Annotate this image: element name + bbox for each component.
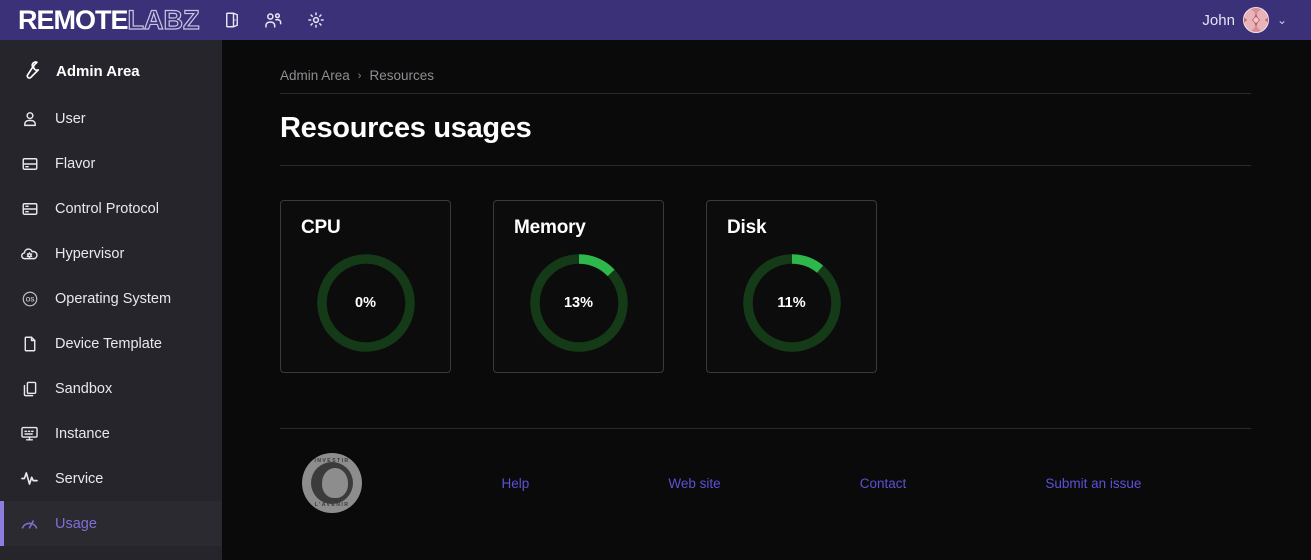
chevron-down-icon[interactable]: ⌄ bbox=[1277, 14, 1287, 26]
donut-gauge-cpu: 0% bbox=[314, 251, 418, 355]
sidebar-item-label: Flavor bbox=[55, 155, 96, 172]
gauge-value-label: 0% bbox=[355, 295, 376, 311]
sidebar-header-admin-area[interactable]: Admin Area bbox=[0, 46, 222, 96]
brand-secondary-text: LABZ bbox=[127, 4, 200, 35]
monitor-icon bbox=[20, 424, 39, 443]
sidebar-item-label: Usage bbox=[55, 515, 97, 532]
sidebar-item-label: User bbox=[55, 110, 86, 127]
sidebar-item-service[interactable]: Service bbox=[0, 456, 222, 501]
resource-card-disk: Disk 11% bbox=[706, 200, 877, 373]
top-navbar: REMOTE LABZ John ⌄ bbox=[0, 0, 1311, 40]
sidebar-item-label: Sandbox bbox=[55, 380, 113, 397]
sidebar-item-sandbox[interactable]: Sandbox bbox=[0, 366, 222, 411]
gauge-container: 0% bbox=[281, 251, 450, 355]
footer-link-contact[interactable]: Contact bbox=[860, 476, 907, 491]
investir-avenir-badge-icon: INVESTIR L'AVENIR bbox=[302, 453, 362, 513]
donut-gauge-disk: 11% bbox=[740, 251, 844, 355]
main-content: Admin Area › Resources Resources usages … bbox=[222, 40, 1311, 560]
breadcrumb: Admin Area › Resources bbox=[280, 40, 1251, 93]
breadcrumb-item-resources[interactable]: Resources bbox=[369, 68, 434, 83]
gauge-container: 13% bbox=[494, 251, 663, 355]
sidebar-item-control-protocol[interactable]: Control Protocol bbox=[0, 186, 222, 231]
gauge-value-label: 13% bbox=[563, 295, 594, 311]
gauge-container: 11% bbox=[707, 251, 876, 355]
os-circle-icon: OS bbox=[20, 289, 39, 308]
footer-links: Help Web site Contact Submit an issue bbox=[362, 476, 1251, 491]
badge-text-bottom: L'AVENIR bbox=[314, 502, 350, 508]
donut-gauge-memory: 13% bbox=[527, 251, 631, 355]
avatar bbox=[1242, 7, 1269, 33]
breadcrumb-separator-icon: › bbox=[357, 69, 362, 82]
sidebar-item-usage[interactable]: Usage bbox=[0, 501, 222, 546]
footer-link-help[interactable]: Help bbox=[502, 476, 530, 491]
cloud-cog-icon bbox=[20, 244, 39, 263]
gauge-value-label: 11% bbox=[777, 295, 806, 311]
card-title: Memory bbox=[514, 217, 586, 238]
server-icon bbox=[20, 154, 39, 173]
resource-card-memory: Memory 13% bbox=[493, 200, 664, 373]
brand-primary-text: REMOTE bbox=[18, 4, 129, 35]
sidebar-item-operating-system[interactable]: OS Operating System bbox=[0, 276, 222, 321]
sidebar-item-label: Device Template bbox=[55, 335, 162, 352]
svg-text:OS: OS bbox=[25, 296, 34, 303]
brand-logo[interactable]: REMOTE LABZ bbox=[18, 4, 200, 35]
badge-profile-head bbox=[322, 468, 348, 498]
card-title: CPU bbox=[301, 217, 341, 238]
footer-link-web-site[interactable]: Web site bbox=[668, 476, 720, 491]
sidebar-item-instance[interactable]: Instance bbox=[0, 411, 222, 456]
sidebar-item-device-template[interactable]: Device Template bbox=[0, 321, 222, 366]
sidebar-item-flavor[interactable]: Flavor bbox=[0, 141, 222, 186]
gauge-icon bbox=[20, 514, 39, 533]
sidebar: Admin Area User Flavor Control Protocol … bbox=[0, 40, 222, 560]
wrench-icon bbox=[20, 60, 42, 82]
resource-cards: CPU 0% Memory 13% Disk 11% bbox=[280, 166, 1251, 373]
user-name-label: John bbox=[1202, 11, 1235, 29]
sidebar-item-hypervisor[interactable]: Hypervisor bbox=[0, 231, 222, 276]
door-exit-icon[interactable] bbox=[222, 10, 242, 30]
activity-pulse-icon bbox=[20, 469, 39, 488]
page-title: Resources usages bbox=[280, 112, 532, 144]
badge-text-top: INVESTIR bbox=[314, 458, 350, 464]
resource-card-cpu: CPU 0% bbox=[280, 200, 451, 373]
copy-icon bbox=[20, 379, 39, 398]
sidebar-item-label: Service bbox=[55, 470, 104, 487]
breadcrumb-item-admin-area[interactable]: Admin Area bbox=[280, 68, 350, 83]
sidebar-item-label: Instance bbox=[55, 425, 110, 442]
footer-link-submit-an-issue[interactable]: Submit an issue bbox=[1045, 476, 1141, 491]
sidebar-item-label: Control Protocol bbox=[55, 200, 159, 217]
sidebar-header-label: Admin Area bbox=[56, 62, 140, 80]
navbar-icon-group bbox=[222, 10, 326, 30]
server-icon bbox=[20, 199, 39, 218]
sidebar-item-label: Operating System bbox=[55, 290, 172, 307]
file-icon bbox=[20, 334, 39, 353]
person-icon bbox=[20, 109, 39, 128]
users-group-icon[interactable] bbox=[264, 10, 284, 30]
footer: INVESTIR L'AVENIR Help Web site Contact … bbox=[280, 429, 1251, 513]
sidebar-item-label: Hypervisor bbox=[55, 245, 125, 262]
card-title: Disk bbox=[727, 217, 767, 238]
user-menu[interactable]: John ⌄ bbox=[1202, 7, 1297, 33]
gear-icon[interactable] bbox=[306, 10, 326, 30]
sidebar-item-user[interactable]: User bbox=[0, 96, 222, 141]
